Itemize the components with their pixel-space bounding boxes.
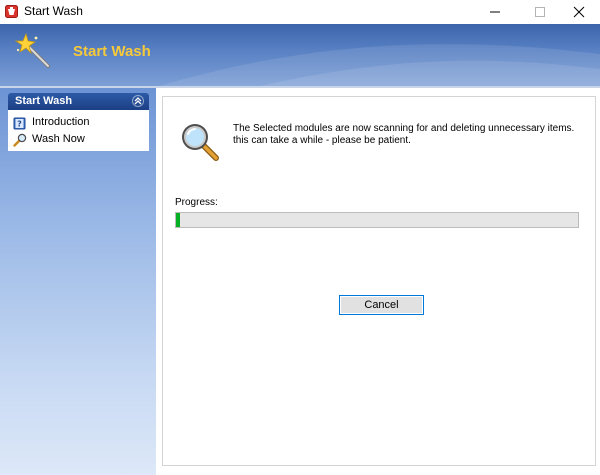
progress-bar	[175, 212, 579, 228]
content-panel	[162, 96, 596, 466]
close-icon	[573, 6, 585, 18]
sidebar: Start Wash ? Introduction Wash Now	[0, 88, 156, 475]
svg-text:?: ?	[17, 120, 22, 129]
magic-wand-icon	[14, 32, 50, 68]
magnifier-icon	[182, 124, 219, 161]
sidebar-panel-title: Start Wash	[15, 95, 73, 107]
search-icon	[13, 133, 27, 147]
app-icon	[5, 5, 18, 18]
banner-title: Start Wash	[73, 43, 151, 60]
sidebar-item-label: Introduction	[32, 116, 90, 128]
maximize-icon	[535, 7, 545, 17]
sidebar-panel-header[interactable]: Start Wash	[8, 93, 149, 110]
collapse-chevron-icon[interactable]	[132, 95, 144, 107]
close-button[interactable]	[558, 0, 598, 24]
sidebar-item-wash-now[interactable]: Wash Now	[13, 132, 145, 148]
window-title: Start Wash	[24, 4, 83, 18]
sidebar-panel: Start Wash ? Introduction Wash Now	[8, 93, 149, 239]
minimize-button[interactable]	[475, 0, 515, 24]
minimize-icon	[490, 11, 500, 13]
header-banner: Start Wash	[0, 24, 600, 86]
cancel-button[interactable]: Cancel	[339, 295, 424, 315]
progress-label: Progress:	[175, 197, 218, 208]
sidebar-item-label: Wash Now	[32, 133, 85, 145]
maximize-button[interactable]	[518, 0, 558, 24]
status-message-line2: this can take a while - please be patien…	[233, 135, 411, 146]
status-message-line1: The Selected modules are now scanning fo…	[233, 123, 575, 134]
title-bar: Start Wash	[0, 0, 600, 24]
sidebar-item-introduction[interactable]: ? Introduction	[13, 115, 145, 131]
progress-fill	[176, 213, 180, 227]
help-book-icon: ?	[13, 117, 26, 130]
sidebar-panel-body: ? Introduction Wash Now	[8, 110, 149, 151]
